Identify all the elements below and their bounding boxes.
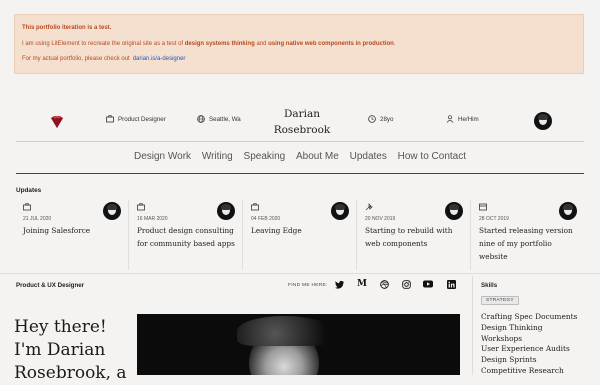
- update-date: 28 OCT 2019: [479, 216, 509, 222]
- find-me-label: FIND ME HERE:: [288, 283, 328, 288]
- update-card[interactable]: 04 FEB 2020 Leaving Edge: [244, 201, 349, 269]
- update-date: 16 MAR 2020: [137, 216, 168, 222]
- header-location: Seattle, Wa: [197, 115, 241, 123]
- avatar: [559, 202, 577, 220]
- update-title: Starting to rebuild with web components: [365, 226, 453, 248]
- avatar: [103, 202, 121, 220]
- portrait-hair: [237, 316, 332, 346]
- card-divider: [242, 200, 243, 270]
- update-date: 20 NOV 2019: [365, 216, 396, 222]
- avatar: [331, 202, 349, 220]
- sparkle-icon: [365, 203, 373, 211]
- skills-list: Crafting Spec Documents Design Thinking …: [481, 312, 596, 377]
- person-icon: [446, 115, 454, 123]
- globe-icon: [197, 115, 205, 123]
- skill-item: Design Thinking: [481, 322, 543, 332]
- header-role: Product Designer: [106, 115, 166, 123]
- briefcase-icon: [23, 203, 31, 211]
- nav-how-to-contact[interactable]: How to Contact: [398, 151, 466, 162]
- update-title: Leaving Edge: [251, 226, 302, 235]
- site-owner-name[interactable]: Darian Rosebrook: [262, 106, 342, 138]
- skill-item: User Experience Audits: [481, 344, 570, 354]
- header-divider: [16, 141, 584, 142]
- update-title: Started releasing version nine of my por…: [479, 226, 573, 261]
- card-divider: [470, 200, 471, 270]
- card-divider: [128, 200, 129, 270]
- notice-body: I am using LitElement to recreate the or…: [22, 41, 396, 47]
- linkedin-icon[interactable]: [446, 279, 456, 289]
- site-logo[interactable]: [50, 115, 64, 128]
- youtube-icon[interactable]: [423, 279, 433, 289]
- avatar: [217, 202, 235, 220]
- profile-photo: [137, 314, 460, 375]
- nav-divider: [16, 173, 584, 174]
- skill-item: Competitive Research: [481, 365, 564, 375]
- nav-about-me[interactable]: About Me: [296, 151, 339, 162]
- card-divider: [356, 200, 357, 270]
- medium-icon[interactable]: M: [357, 279, 367, 289]
- updates-divider: [0, 273, 600, 274]
- briefcase-icon: [106, 115, 114, 123]
- update-title: Joining Salesforce: [23, 226, 91, 235]
- dribbble-icon[interactable]: [379, 279, 389, 289]
- intro-section-label: Product & UX Designer: [16, 282, 85, 289]
- header-age: 28yo: [368, 115, 393, 123]
- skill-item: Design Sprints: [481, 355, 537, 365]
- update-card[interactable]: 20 NOV 2019 Starting to rebuild with web…: [358, 201, 463, 269]
- update-card[interactable]: 28 OCT 2019 Started releasing version ni…: [472, 201, 577, 269]
- nav-writing[interactable]: Writing: [202, 151, 233, 162]
- clock-icon: [368, 115, 376, 123]
- skill-item: Crafting Spec Documents: [481, 312, 578, 321]
- updates-heading: Updates: [16, 187, 42, 194]
- main-nav: Design Work Writing Speaking About Me Up…: [0, 151, 600, 162]
- nav-design-work[interactable]: Design Work: [134, 151, 191, 162]
- briefcase-icon: [251, 203, 259, 211]
- sidebar-divider: [472, 276, 473, 375]
- avatar: [445, 202, 463, 220]
- header-avatar[interactable]: [534, 112, 552, 130]
- portfolio-link[interactable]: darian.is/a-designer: [133, 56, 186, 62]
- skill-item: Workshops: [481, 333, 523, 343]
- update-date: 21 JUL 2020: [23, 216, 52, 222]
- notice-portfolio-line: For my actual portfolio, please check ou…: [22, 56, 186, 62]
- update-date: 04 FEB 2020: [251, 216, 281, 222]
- skills-category-tag[interactable]: STRATEGY: [481, 296, 519, 305]
- update-card[interactable]: 21 JUL 2020 Joining Salesforce: [16, 201, 121, 269]
- browser-icon: [479, 203, 487, 211]
- test-notice-banner: This portfolio iteration is a test. I am…: [14, 14, 584, 74]
- update-title: Product design consulting for community …: [137, 226, 235, 248]
- nav-speaking[interactable]: Speaking: [244, 151, 286, 162]
- header-pronouns: He/Him: [446, 115, 479, 123]
- notice-heading: This portfolio iteration is a test.: [22, 25, 112, 31]
- update-card[interactable]: 16 MAR 2020 Product design consulting fo…: [130, 201, 235, 269]
- twitter-icon[interactable]: [334, 279, 344, 289]
- instagram-icon[interactable]: [401, 279, 411, 289]
- skills-heading: Skills: [481, 282, 498, 289]
- briefcase-icon: [137, 203, 145, 211]
- nav-updates[interactable]: Updates: [350, 151, 387, 162]
